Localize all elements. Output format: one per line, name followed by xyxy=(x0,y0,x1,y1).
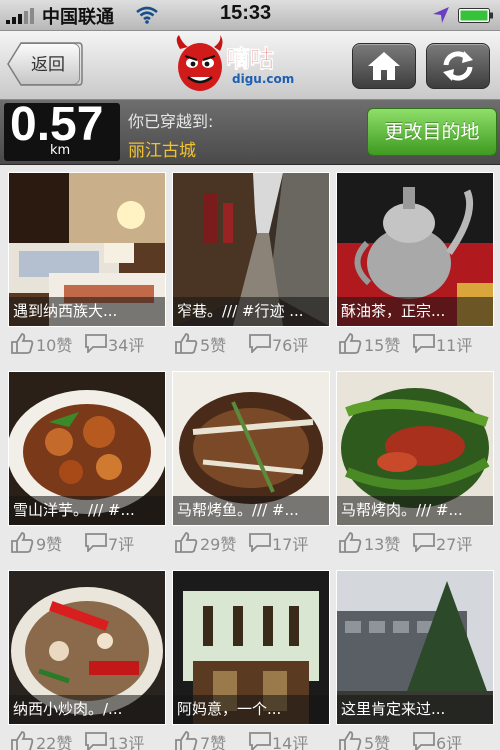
home-icon xyxy=(368,52,400,80)
post-card[interactable]: 酥油茶，正宗... 15赞 11评 xyxy=(336,164,494,356)
signal-icon xyxy=(6,8,34,24)
comment-icon[interactable] xyxy=(248,333,272,353)
post-photo-hotel-room[interactable]: 遇到纳西族大... xyxy=(8,172,166,327)
post-caption: 马帮烤肉。/// #... xyxy=(337,496,493,525)
refresh-button[interactable] xyxy=(426,43,490,89)
photo-grid: 遇到纳西族大... 10赞 34评 窄巷。/// #行迹 ... 5赞 76评 … xyxy=(0,164,500,750)
post-card[interactable]: 这里肯定来过... 5赞 6评 xyxy=(336,562,494,750)
post-photo-potatoes[interactable]: 雪山洋芋。/// #... xyxy=(8,371,166,526)
post-card[interactable]: 遇到纳西族大... 10赞 34评 xyxy=(8,164,166,356)
post-caption: 窄巷。/// #行迹 ... xyxy=(173,297,329,326)
comment-count: 17评 xyxy=(272,535,309,554)
post-caption: 纳西小炒肉。/... xyxy=(9,695,165,724)
distance-unit: km xyxy=(50,143,71,158)
battery-icon xyxy=(458,8,493,23)
like-count: 29赞 xyxy=(200,535,237,554)
logo-url: digu.com xyxy=(232,72,294,86)
comment-count: 6评 xyxy=(436,734,463,750)
like-count: 7赞 xyxy=(200,734,227,750)
digu-logo: 嘀咕 digu.com xyxy=(176,35,294,91)
post-photo-alley[interactable]: 窄巷。/// #行迹 ... xyxy=(172,172,330,327)
post-card[interactable]: 窄巷。/// #行迹 ... 5赞 76评 xyxy=(172,164,330,356)
post-caption: 酥油茶，正宗... xyxy=(337,297,493,326)
wifi-icon xyxy=(136,6,158,24)
comment-count: 7评 xyxy=(108,535,135,554)
comment-icon[interactable] xyxy=(84,333,108,353)
home-button[interactable] xyxy=(352,43,416,89)
like-count: 10赞 xyxy=(36,336,73,355)
comment-count: 14评 xyxy=(272,734,309,750)
post-photo-building[interactable]: 这里肯定来过... xyxy=(336,570,494,725)
clock: 15:33 xyxy=(220,2,272,24)
refresh-icon xyxy=(443,51,473,81)
distance-readout: 0.57 km xyxy=(4,98,120,161)
like-count: 9赞 xyxy=(36,535,63,554)
post-stats: 5赞 6评 xyxy=(336,728,494,750)
back-button-outline xyxy=(7,42,83,86)
thumbs-up-icon[interactable] xyxy=(10,531,34,553)
post-card[interactable]: 马帮烤鱼。/// #... 29赞 17评 xyxy=(172,363,330,555)
post-card[interactable]: 阿妈意，一个... 7赞 14评 xyxy=(172,562,330,750)
status-bar: 中国联通 15:33 xyxy=(0,0,500,31)
post-caption: 雪山洋芋。/// #... xyxy=(9,496,165,525)
post-stats: 5赞 76评 xyxy=(172,330,330,356)
post-caption: 马帮烤鱼。/// #... xyxy=(173,496,329,525)
like-count: 22赞 xyxy=(36,734,73,750)
post-card[interactable]: 雪山洋芋。/// #... 9赞 7评 xyxy=(8,363,166,555)
location-arrow-icon xyxy=(433,7,449,23)
post-card[interactable]: 马帮烤肉。/// #... 13赞 27评 xyxy=(336,363,494,555)
post-stats: 22赞 13评 xyxy=(8,728,166,750)
post-photo-butter-tea[interactable]: 酥油茶，正宗... xyxy=(336,172,494,327)
comment-count: 76评 xyxy=(272,336,309,355)
post-card[interactable]: 纳西小炒肉。/... 22赞 13评 xyxy=(8,562,166,750)
destination-name: 丽江古城 xyxy=(128,141,196,161)
travel-label: 你已穿越到: xyxy=(128,112,214,131)
like-count: 15赞 xyxy=(364,336,401,355)
comment-count: 27评 xyxy=(436,535,473,554)
thumbs-up-icon[interactable] xyxy=(174,730,198,750)
post-photo-tea-room[interactable]: 阿妈意，一个... xyxy=(172,570,330,725)
comment-icon[interactable] xyxy=(412,333,436,353)
comment-icon[interactable] xyxy=(84,532,108,552)
comment-icon[interactable] xyxy=(412,532,436,552)
like-count: 5赞 xyxy=(364,734,391,750)
comment-icon[interactable] xyxy=(412,731,436,750)
post-photo-grilled-fish[interactable]: 马帮烤鱼。/// #... xyxy=(172,371,330,526)
post-caption: 这里肯定来过... xyxy=(337,695,493,724)
comment-icon[interactable] xyxy=(84,731,108,750)
post-stats: 29赞 17评 xyxy=(172,529,330,555)
comment-icon[interactable] xyxy=(248,532,272,552)
like-count: 13赞 xyxy=(364,535,401,554)
like-count: 5赞 xyxy=(200,336,227,355)
distance-bar: 0.57 km 你已穿越到: 丽江古城 更改目的地 xyxy=(0,98,500,165)
post-stats: 15赞 11评 xyxy=(336,330,494,356)
comment-count: 11评 xyxy=(436,336,473,355)
comment-icon[interactable] xyxy=(248,731,272,750)
post-caption: 阿妈意，一个... xyxy=(173,695,329,724)
comment-count: 34评 xyxy=(108,336,145,355)
thumbs-up-icon[interactable] xyxy=(10,332,34,354)
post-stats: 13赞 27评 xyxy=(336,529,494,555)
post-photo-stir-fry[interactable]: 纳西小炒肉。/... xyxy=(8,570,166,725)
comment-count: 13评 xyxy=(108,734,145,750)
thumbs-up-icon[interactable] xyxy=(10,730,34,750)
thumbs-up-icon[interactable] xyxy=(174,332,198,354)
navigation-bar: 返回 嘀咕 digu.com xyxy=(0,31,500,100)
post-stats: 10赞 34评 xyxy=(8,330,166,356)
post-caption: 遇到纳西族大... xyxy=(9,297,165,326)
logo-wordmark: 嘀咕 xyxy=(226,45,274,73)
thumbs-up-icon[interactable] xyxy=(174,531,198,553)
post-stats: 9赞 7评 xyxy=(8,529,166,555)
thumbs-up-icon[interactable] xyxy=(338,531,362,553)
thumbs-up-icon[interactable] xyxy=(338,332,362,354)
post-stats: 7赞 14评 xyxy=(172,728,330,750)
post-photo-grilled-meat[interactable]: 马帮烤肉。/// #... xyxy=(336,371,494,526)
change-destination-button[interactable]: 更改目的地 xyxy=(367,108,497,156)
carrier-name: 中国联通 xyxy=(42,7,114,28)
thumbs-up-icon[interactable] xyxy=(338,730,362,750)
